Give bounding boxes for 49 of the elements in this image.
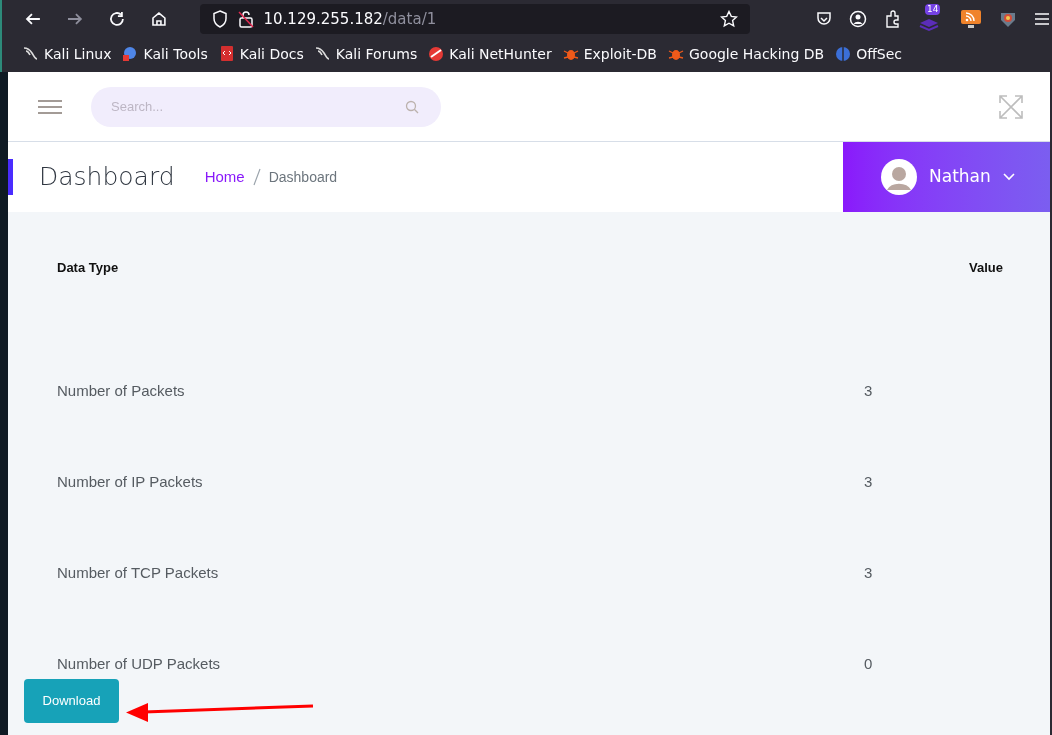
layers-icon [919,16,939,32]
reload-icon[interactable] [107,10,126,28]
extensions-icon[interactable] [884,10,902,28]
dragon-icon [313,45,332,63]
pocket-icon[interactable] [816,11,832,27]
account-icon[interactable] [849,10,867,28]
address-bar[interactable]: 10.129.255.182/data/1 [199,4,750,34]
chevron-down-icon [1002,173,1015,181]
user-name: Nathan [929,165,991,189]
table-cell-text: 3 [864,381,873,402]
user-menu[interactable]: Nathan [843,142,1050,212]
avatar-icon [881,159,917,195]
bookmark-link[interactable]: OffSec [834,43,903,65]
rss-icon[interactable] [960,9,982,29]
shield-icon [211,10,228,28]
bookmark-link[interactable]: Kali Tools [121,43,208,65]
table-cell-text: Number of TCP Packets [57,563,220,584]
table-cell-text: 3 [864,563,873,584]
accent-bar [8,159,13,195]
url-text: 10.129.255.182/data/1 [263,8,437,30]
page-title: Dashboard [39,161,175,194]
breadcrumb-link[interactable]: Home [204,165,245,189]
dragon-icon [22,45,40,63]
bookmark-link[interactable]: Exploit-DB [561,43,657,65]
table-cell-text: Number of Packets [57,381,186,402]
shield-badge-icon[interactable] [999,10,1017,28]
bookmark-link[interactable]: Kali Forums [313,43,418,65]
search-icon [405,99,419,114]
breadcrumb-current: Dashboard [268,167,338,187]
bookmark-link[interactable]: Kali Docs [217,43,304,65]
extension-button[interactable]: 14 [919,4,943,34]
table-cell-text: 0 [864,654,873,675]
star-icon[interactable] [720,10,738,28]
insecure-lock-icon [237,10,254,28]
notification-badge: 14 [925,4,941,15]
forward-icon[interactable] [65,10,84,28]
circle-logo-icon [427,45,446,63]
column-header: Value [969,259,1003,278]
bookmark-link[interactable]: Kali NetHunter [427,43,552,65]
table-cell-text: Number of IP Packets [57,472,204,493]
table-cell-text: Number of UDP Packets [57,654,222,675]
bookmark-link[interactable]: Google Hacking DB [667,43,825,65]
column-header: Data Type [57,259,119,278]
circle-logo-icon [834,45,853,63]
table-cell-text: 3 [864,472,873,493]
bookmark-link[interactable]: Kali Linux [22,43,112,65]
search-field[interactable]: Search... [91,86,441,127]
breadcrumb-separator-icon [252,168,261,186]
home-icon[interactable] [149,10,168,28]
